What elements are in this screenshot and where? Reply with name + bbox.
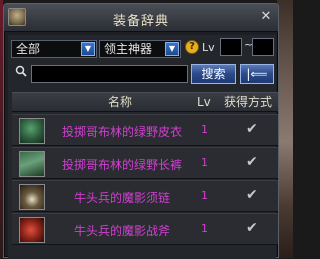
- background-right-edge: [277, 0, 293, 258]
- chevron-down-icon[interactable]: ▼: [165, 42, 179, 56]
- check-icon: ✔: [246, 220, 258, 236]
- check-icon: ✔: [246, 121, 258, 137]
- item-lv: 1: [201, 123, 208, 136]
- title-bar[interactable]: 装备辞典 ✕: [4, 4, 278, 32]
- category-select-value: 全部: [16, 42, 41, 56]
- table-row[interactable]: 牛头兵的魔影须链 1 ✔: [12, 180, 278, 212]
- green-armor-icon: [19, 118, 45, 144]
- back-button[interactable]: |⟸: [240, 64, 274, 84]
- item-lv: 1: [201, 222, 208, 235]
- lv-label: Lv: [202, 41, 215, 54]
- back-arrow-icon: |⟸: [246, 67, 268, 81]
- window-title: 装备辞典: [112, 14, 169, 29]
- green-pants-icon: [19, 151, 45, 177]
- close-button[interactable]: ✕: [259, 10, 273, 24]
- table-header: 名称 Lv 获得方式: [12, 92, 278, 112]
- chevron-down-icon[interactable]: ▼: [81, 42, 95, 56]
- red-axe-icon: [19, 217, 45, 243]
- table-row[interactable]: 牛头兵的魔影战斧 1 ✔: [12, 213, 278, 245]
- item-lv: 1: [201, 156, 208, 169]
- item-lv: 1: [201, 189, 208, 202]
- fang-necklace-icon: [19, 184, 45, 210]
- close-icon: ✕: [260, 9, 272, 24]
- item-name: 投掷哥布林的绿野皮衣: [61, 125, 182, 139]
- table-row[interactable]: 投掷哥布林的绿野长裤 1 ✔: [12, 147, 278, 179]
- help-icon[interactable]: ?: [185, 40, 199, 54]
- header-name: 名称: [108, 95, 133, 109]
- search-input[interactable]: [31, 65, 188, 83]
- table-row[interactable]: 投掷哥布林的绿野皮衣 1 ✔: [12, 114, 278, 146]
- item-name: 牛头兵的魔影战斧: [73, 224, 170, 238]
- check-icon: ✔: [246, 187, 258, 203]
- item-name: 牛头兵的魔影须链: [73, 191, 170, 205]
- check-icon: ✔: [246, 154, 258, 170]
- category-select[interactable]: 全部 ▼: [11, 40, 97, 58]
- subcategory-select-value: 领主神器: [104, 42, 153, 56]
- header-source: 获得方式: [224, 95, 273, 109]
- search-button[interactable]: 搜索: [191, 64, 236, 84]
- equipment-dictionary-window: 装备辞典 ✕ 全部 ▼ 领主神器 ▼ ? Lv ~ 搜索 |⟸ 名称 Lv 获得…: [3, 3, 279, 259]
- lv-max-input[interactable]: [252, 38, 274, 56]
- item-name: 投掷哥布林的绿野长裤: [61, 158, 182, 172]
- subcategory-select[interactable]: 领主神器 ▼: [99, 40, 181, 58]
- lv-min-input[interactable]: [220, 38, 242, 56]
- search-icon: [15, 65, 27, 77]
- header-lv: Lv: [197, 95, 211, 109]
